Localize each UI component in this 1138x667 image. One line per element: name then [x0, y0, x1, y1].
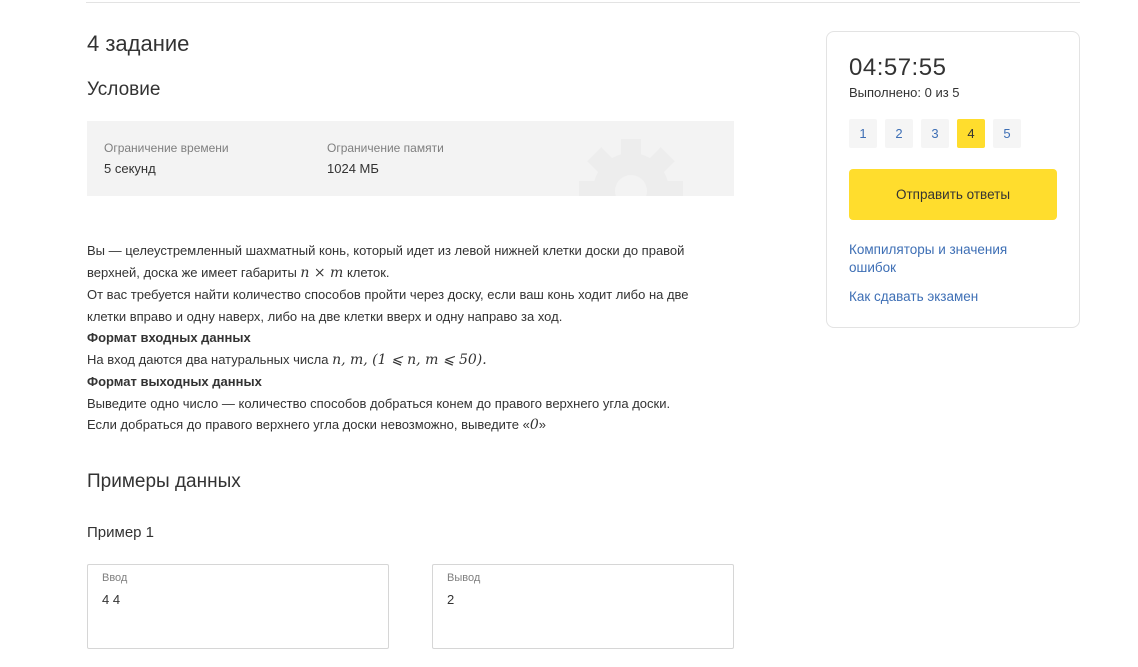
- statement-line: верхней, доска же имеет габариты n × m к…: [87, 262, 737, 285]
- math-formula: 0: [529, 417, 539, 433]
- example-output-box[interactable]: Вывод 2: [432, 564, 734, 649]
- timer: 04:57:55: [849, 54, 947, 81]
- statement-text: верхней, доска же имеет габариты: [87, 264, 301, 280]
- statement-text: клеток.: [343, 264, 390, 280]
- task-nav-3[interactable]: 3: [921, 119, 949, 148]
- statement-line: Вы — целеустремленный шахматный конь, ко…: [87, 243, 685, 258]
- compilers-link[interactable]: Компиляторы и значения ошибок: [849, 241, 1007, 277]
- page-title: 4 задание: [87, 31, 190, 56]
- page: 4 задание Условие Ограничение времени 5 …: [0, 0, 1138, 667]
- math-formula: n × m: [300, 264, 344, 281]
- example-input-label: Ввод: [102, 572, 128, 584]
- memory-limit-value: 1024 МБ: [327, 161, 379, 176]
- memory-limit-label: Ограничение памяти: [327, 141, 444, 155]
- task-nav-4[interactable]: 4: [957, 119, 985, 148]
- statement-line: От вас требуется найти количество способ…: [87, 287, 689, 302]
- math-formula: n, m, (1 ⩽ n, m ⩽ 50).: [332, 351, 487, 368]
- gear-icon: [579, 139, 683, 196]
- time-limit-value: 5 секунд: [104, 161, 156, 176]
- input-format-heading: Формат входных данных: [87, 330, 251, 345]
- statement-text: Если добраться до правого верхнего угла …: [87, 417, 530, 432]
- input-format-text: На вход даются два натуральных числа n, …: [87, 349, 737, 372]
- output-format-heading: Формат выходных данных: [87, 374, 262, 389]
- output-format-text: Выведите одно число — количество способо…: [87, 395, 671, 411]
- compilers-link-line2: ошибок: [849, 260, 897, 275]
- exam-sidebar: 04:57:55 Выполнено: 0 из 5 1 2 3 4 5 Отп…: [826, 31, 1080, 328]
- compilers-link-line1: Компиляторы и значения: [849, 242, 1008, 257]
- output-format-text: Если добраться до правого верхнего угла …: [87, 414, 737, 437]
- top-divider: [86, 2, 1080, 3]
- limits-panel: Ограничение времени 5 секунд Ограничение…: [87, 121, 734, 196]
- task-nav-5[interactable]: 5: [993, 119, 1021, 148]
- exam-guide-link[interactable]: Как сдавать экзамен: [849, 288, 978, 306]
- example-input-box[interactable]: Ввод 4 4: [87, 564, 389, 649]
- progress-text: Выполнено: 0 из 5: [849, 85, 960, 100]
- example-output-value: 2: [447, 592, 455, 607]
- statement-text: На вход даются два натуральных числа: [87, 351, 333, 367]
- examples-heading: Примеры данных: [87, 471, 241, 492]
- time-limit: Ограничение времени 5 секунд: [104, 141, 229, 176]
- task-navigation: 1 2 3 4 5: [849, 119, 1029, 148]
- condition-heading: Условие: [87, 79, 161, 100]
- submit-answers-button[interactable]: Отправить ответы: [849, 169, 1057, 220]
- problem-statement: Вы — целеустремленный шахматный конь, ко…: [87, 240, 737, 437]
- task-nav-2[interactable]: 2: [885, 119, 913, 148]
- time-limit-label: Ограничение времени: [104, 141, 229, 155]
- example-title: Пример 1: [87, 524, 155, 541]
- example-output-label: Вывод: [447, 572, 481, 584]
- example-input-value: 4 4: [102, 592, 121, 607]
- statement-text: »: [538, 417, 546, 432]
- task-nav-1[interactable]: 1: [849, 119, 877, 148]
- statement-line: клетки вправо и одну наверх, либо на две…: [87, 308, 563, 324]
- memory-limit: Ограничение памяти 1024 МБ: [327, 141, 444, 176]
